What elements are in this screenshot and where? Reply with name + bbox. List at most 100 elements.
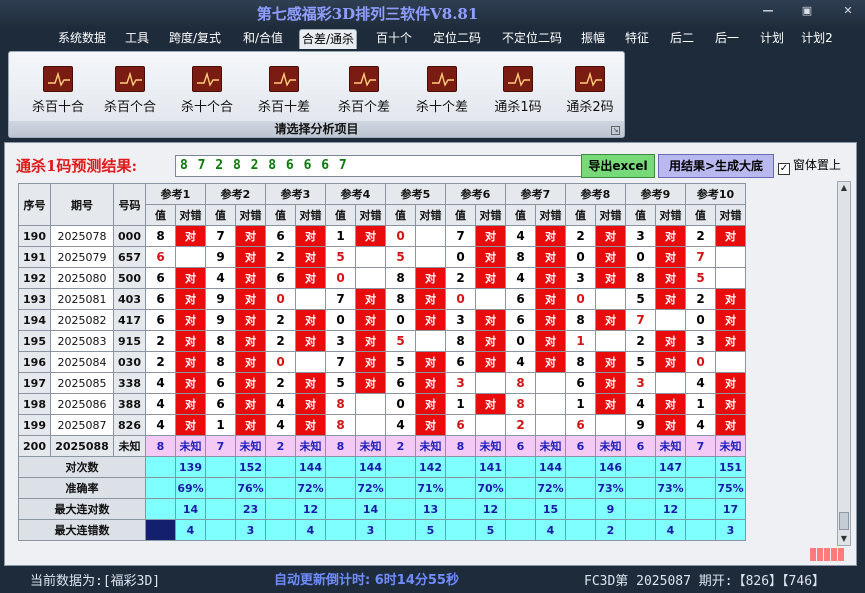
- scroll-up-icon[interactable]: ▲: [838, 182, 850, 194]
- table-row[interactable]: 196 2025084 030 2 对 8 对 0 7 对 5 对 6 对 4 对 8 对 5 对 0: [18, 351, 746, 373]
- ref-result: 对: [535, 309, 566, 331]
- ribbon-button-4[interactable]: 杀百十差: [244, 66, 324, 115]
- ref-result: 对: [355, 372, 386, 394]
- menu-item-13[interactable]: 计划: [755, 29, 789, 49]
- subhead-result: 对错: [535, 204, 566, 226]
- generate-base-button[interactable]: 用结果>生成大底: [658, 154, 774, 178]
- ref-result: [415, 225, 446, 247]
- stat-label: 最大连错数: [18, 519, 146, 541]
- ribbon-caption: 请选择分析项目: [9, 121, 624, 137]
- export-excel-button[interactable]: 导出excel: [581, 154, 655, 178]
- row-seq: 190: [18, 225, 51, 247]
- menu-item-9[interactable]: 振幅: [578, 29, 608, 49]
- menu-item-8[interactable]: 不定位二码: [499, 29, 565, 49]
- ref-value: 8: [505, 372, 536, 394]
- table-row[interactable]: 191 2025079 657 6 9 对 2 对 5 5 0 对 8 对 0 对 0 对 7: [18, 246, 746, 268]
- ref-value: 9: [205, 246, 236, 268]
- ribbon-button-5[interactable]: 杀百个差: [324, 66, 404, 115]
- minimize-button[interactable]: —: [757, 4, 779, 17]
- stat-spacer: [445, 477, 476, 499]
- close-button[interactable]: ✕: [837, 4, 859, 17]
- ref-result: 对: [415, 309, 446, 331]
- scroll-thumb[interactable]: [839, 512, 849, 530]
- ref-value: 4: [265, 393, 296, 415]
- table-row[interactable]: 195 2025083 915 2 对 8 对 2 对 3 对 5 8 对 0 对 1 2 对 3 对: [18, 330, 746, 352]
- scroll-down-icon[interactable]: ▼: [838, 533, 850, 545]
- stat-value: 73%: [655, 477, 686, 499]
- pred-result: 未知: [715, 435, 746, 457]
- table-row[interactable]: 194 2025082 417 6 对 9 对 2 对 0 对 0 对 3 对 6 对 8 对 7 0 对: [18, 309, 746, 331]
- menu-item-14[interactable]: 计划2: [798, 29, 836, 49]
- ref-result: 对: [295, 246, 326, 268]
- table-row[interactable]: 199 2025087 826 4 对 1 对 4 对 8 4 对 6 2 6 9 对 4 对: [18, 414, 746, 436]
- ribbon-button-1[interactable]: 杀百十合: [18, 66, 98, 115]
- stat-value: 4: [295, 519, 326, 541]
- ref-value: 6: [265, 225, 296, 247]
- ribbon-button-8[interactable]: 通杀2码: [550, 66, 630, 115]
- prediction-row[interactable]: 200 2025088 未知 8 未知 7 未知 2 未知 8 未知 2 未知 8 未知 6 未知 6 未知 6 未知 7…: [18, 435, 746, 457]
- ribbon-button-6[interactable]: 杀十个差: [402, 66, 482, 115]
- col-ref-1: 参考1: [145, 183, 206, 205]
- menu-item-12[interactable]: 后一: [710, 29, 744, 49]
- ref-value: 4: [385, 414, 416, 436]
- table-row[interactable]: 197 2025085 338 4 对 6 对 2 对 5 对 6 对 3 8 6 对 3 4 对: [18, 372, 746, 394]
- pred-value: 6: [505, 435, 536, 457]
- row-num: 500: [113, 267, 146, 289]
- menu-item-7[interactable]: 定位二码: [430, 29, 484, 49]
- stat-value: 5: [415, 519, 446, 541]
- row-seq: 200: [18, 435, 51, 457]
- row-num: 657: [113, 246, 146, 268]
- pred-value: 6: [565, 435, 596, 457]
- menu-item-1[interactable]: 系统数据: [55, 29, 109, 49]
- stat-value: 147: [655, 456, 686, 478]
- stat-spacer: [265, 477, 296, 499]
- ref-value: 4: [685, 414, 716, 436]
- vertical-scrollbar[interactable]: ▲ ▼: [837, 181, 851, 546]
- ribbon-expand-icon[interactable]: ↘: [611, 126, 620, 135]
- maximize-button[interactable]: ▣: [796, 4, 818, 17]
- pred-value: 7: [685, 435, 716, 457]
- prediction-result-field[interactable]: 8 7 2 8 2 8 6 6 6 7: [175, 155, 583, 177]
- table-row[interactable]: 190 2025078 000 8 对 7 对 6 对 1 对 0 7 对 4 对 2 对 3 对 2 对: [18, 225, 746, 247]
- stat-label: 准确率: [18, 477, 146, 499]
- menu-item-6[interactable]: 百十个: [375, 29, 413, 49]
- ribbon-button-3[interactable]: 杀十个合: [167, 66, 247, 115]
- ribbon-button-7[interactable]: 通杀1码: [478, 66, 558, 115]
- stat-spacer: [565, 477, 596, 499]
- ref-value: 5: [685, 267, 716, 289]
- row-num: 826: [113, 414, 146, 436]
- ref-value: 3: [565, 267, 596, 289]
- menu-item-4[interactable]: 和/合值: [240, 29, 286, 49]
- stat-spacer: [385, 477, 416, 499]
- menu-item-11[interactable]: 后二: [665, 29, 699, 49]
- table-row[interactable]: 192 2025080 500 6 对 4 对 6 对 0 8 对 2 对 4 对 3 对 8 对 5: [18, 267, 746, 289]
- row-period: 2025087: [50, 414, 114, 436]
- table-row[interactable]: 198 2025086 388 4 对 6 对 4 对 8 0 对 1 对 8 1 对 4 对 1 对: [18, 393, 746, 415]
- table-row[interactable]: 193 2025081 403 6 对 9 对 0 7 对 8 对 0 6 对 0 5 对 2 对: [18, 288, 746, 310]
- menu-item-3[interactable]: 跨度/复式: [166, 29, 224, 49]
- menu-item-5[interactable]: 合差/通杀: [299, 29, 357, 49]
- stat-value: 144: [295, 456, 326, 478]
- subhead-result: 对错: [295, 204, 326, 226]
- ref-value: 6: [205, 393, 236, 415]
- ref-value: 0: [565, 288, 596, 310]
- col-ref-10: 参考10: [685, 183, 746, 205]
- ref-value: 7: [205, 225, 236, 247]
- ribbon-button-2[interactable]: 杀百个合: [90, 66, 170, 115]
- topmost-checkbox[interactable]: ✓: [778, 163, 790, 175]
- ref-result: 对: [235, 288, 266, 310]
- ref-value: 8: [445, 330, 476, 352]
- ref-value: 3: [685, 330, 716, 352]
- ref-value: 2: [265, 246, 296, 268]
- ref-value: 0: [505, 330, 536, 352]
- topmost-checkbox-wrap[interactable]: ✓ 窗体置上: [778, 156, 841, 175]
- progress-indicator: [810, 546, 848, 561]
- window-title: 第七感福彩3D排列三软件V8.81: [256, 5, 479, 23]
- menu-item-2[interactable]: 工具: [122, 29, 152, 49]
- menu-item-10[interactable]: 特征: [622, 29, 652, 49]
- ref-result: [535, 414, 566, 436]
- col-ref-5: 参考5: [385, 183, 446, 205]
- stat-value: 17: [715, 498, 746, 520]
- ref-value: 0: [325, 309, 356, 331]
- ref-result: 对: [175, 414, 206, 436]
